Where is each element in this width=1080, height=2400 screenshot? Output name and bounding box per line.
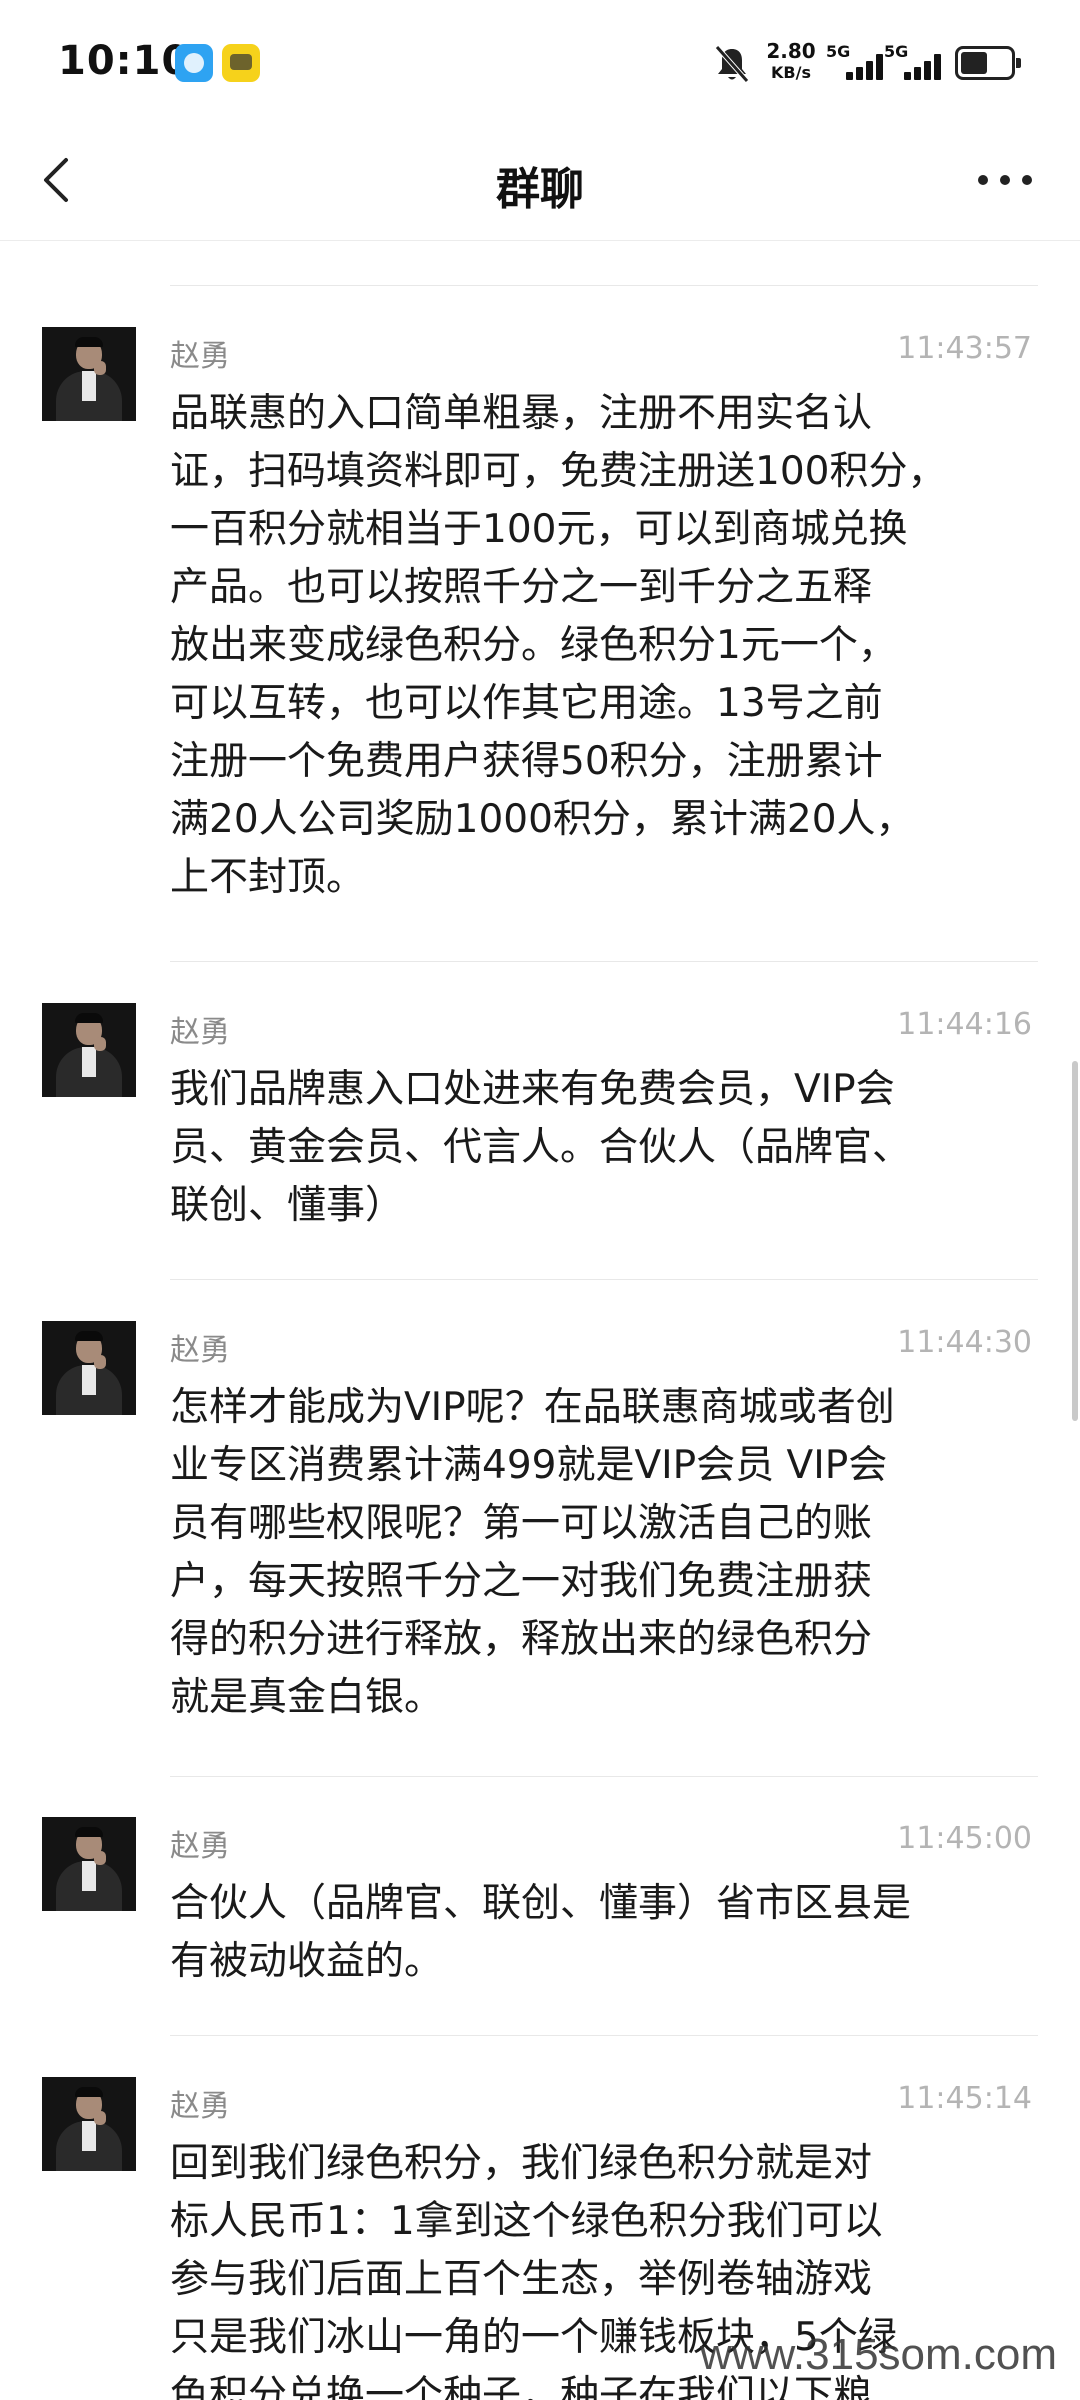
message-text: 我们品牌惠入口处进来有免费会员，VIP会 员、黄金会员、代言人。合伙人（品牌官、… bbox=[170, 1067, 912, 1228]
watermark: www.315som.com bbox=[700, 2330, 1058, 2379]
message-text: 品联惠的入口简单粗暴，注册不用实名认 证，扫码填资料即可，免费注册送100积分，… bbox=[170, 391, 947, 900]
message-time: 11:43:57 bbox=[897, 331, 1032, 366]
sender-name: 赵勇 bbox=[170, 1333, 230, 1368]
net-speed-unit: KB/s bbox=[771, 63, 811, 82]
page-title: 群聊 bbox=[496, 164, 584, 215]
sender-name: 赵勇 bbox=[170, 1829, 230, 1864]
message-time: 11:45:00 bbox=[897, 1821, 1032, 1856]
avatar[interactable] bbox=[42, 1003, 136, 1097]
message-time: 11:44:16 bbox=[897, 1007, 1032, 1042]
app-notification-icon-2 bbox=[222, 44, 260, 82]
message-text: 怎样才能成为VIP呢？在品联惠商城或者创 业专区消费累计满499就是VIP会员 … bbox=[170, 1385, 895, 1720]
divider bbox=[170, 1279, 1038, 1280]
avatar[interactable] bbox=[42, 327, 136, 421]
signal-1: 5G bbox=[826, 42, 892, 84]
message-list[interactable]: 赵勇 11:43:57 品联惠的入口简单粗暴，注册不用实名认 证，扫码填资料即可… bbox=[0, 241, 1080, 2400]
nav-bar: 群聊 bbox=[0, 125, 1080, 241]
message-time: 11:45:14 bbox=[897, 2081, 1032, 2116]
battery-icon bbox=[955, 46, 1021, 80]
message-text: 合伙人（品牌官、联创、懂事）省市区县是 有被动收益的。 bbox=[170, 1881, 912, 1984]
message-time: 11:44:30 bbox=[897, 1325, 1032, 1360]
battery-level bbox=[961, 52, 988, 74]
divider bbox=[170, 2035, 1038, 2036]
signal-2: 5G bbox=[884, 42, 950, 84]
divider bbox=[170, 1776, 1038, 1777]
avatar[interactable] bbox=[42, 1817, 136, 1911]
scrollbar[interactable] bbox=[1072, 1061, 1078, 1421]
divider bbox=[170, 961, 1038, 962]
status-time: 10:10 bbox=[58, 38, 191, 84]
avatar[interactable] bbox=[42, 1321, 136, 1415]
status-bar: 10:10 2.80 KB/s 5G 5G bbox=[0, 0, 1080, 125]
sender-name: 赵勇 bbox=[170, 339, 230, 374]
net-speed-value: 2.80 bbox=[766, 39, 816, 63]
divider bbox=[170, 285, 1038, 286]
chat-screen: 10:10 2.80 KB/s 5G 5G 群聊 赵勇 11:43:57 品联惠… bbox=[0, 0, 1080, 2400]
mute-bell-icon bbox=[715, 45, 749, 83]
sender-name: 赵勇 bbox=[170, 1015, 230, 1050]
avatar[interactable] bbox=[42, 2077, 136, 2171]
more-dots-icon[interactable] bbox=[970, 160, 1040, 200]
sender-name: 赵勇 bbox=[170, 2089, 230, 2124]
app-notification-icon bbox=[175, 44, 213, 82]
signal-bars-icon bbox=[904, 52, 948, 80]
net-speed: 2.80 KB/s bbox=[762, 40, 820, 84]
